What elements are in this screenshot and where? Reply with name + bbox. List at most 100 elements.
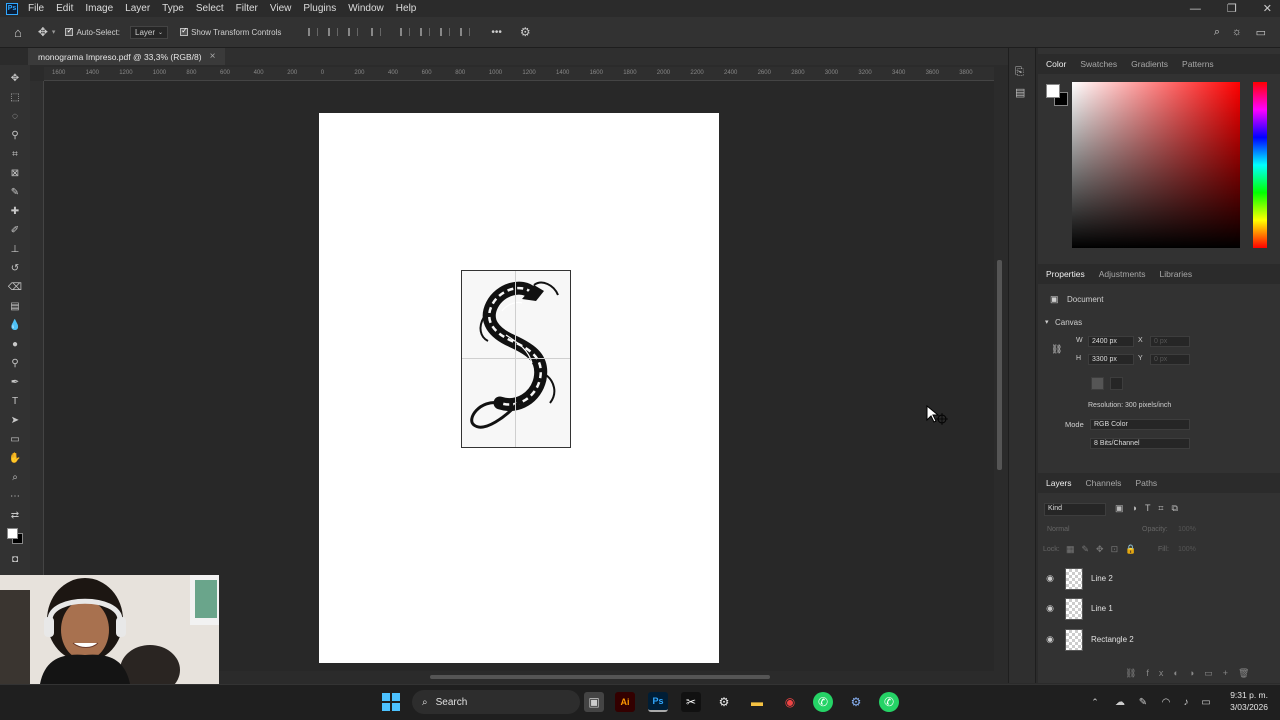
tab-color[interactable]: Color (1046, 59, 1066, 69)
marquee-tool-icon[interactable]: ⬚ (6, 90, 24, 106)
layer-bottom-actions[interactable]: ⛓fx◐◑▭+🗑 (1125, 668, 1259, 679)
auto-select-target-dropdown[interactable]: Layer ⌄ (130, 25, 169, 39)
align-middle-icon[interactable] (400, 28, 411, 36)
tray-chevron-icon[interactable]: ⌃ (1085, 692, 1105, 712)
menu-layer[interactable]: Layer (119, 3, 156, 14)
menu-plugins[interactable]: Plugins (297, 3, 342, 14)
monogram-artwork[interactable] (461, 270, 571, 448)
layer-filter-dropdown[interactable]: Kind (1044, 503, 1106, 516)
auto-select-checkbox[interactable] (65, 26, 74, 36)
object-selection-tool-icon[interactable]: ⚲ (6, 128, 24, 144)
tab-channels[interactable]: Channels (1086, 478, 1122, 488)
pen-tray-icon[interactable]: ✎ (1133, 692, 1153, 712)
portrait-orientation-button[interactable] (1091, 377, 1104, 390)
menu-window[interactable]: Window (342, 3, 390, 14)
blur-tool-icon[interactable]: 💧 (6, 318, 24, 334)
chrome-icon[interactable]: ◉ (780, 692, 800, 712)
frame-tool-icon[interactable]: ⊠ (6, 166, 24, 182)
menu-view[interactable]: View (264, 3, 298, 14)
move-tool-icon[interactable]: ✥ (6, 71, 24, 87)
menu-image[interactable]: Image (79, 3, 119, 14)
comments-panel-icon[interactable]: ▤ (1015, 86, 1025, 99)
search-icon[interactable]: ⌕ (1214, 26, 1220, 39)
restore-icon[interactable]: ❐ (1227, 2, 1237, 15)
tab-layers[interactable]: Layers (1046, 478, 1072, 488)
windows-start-icon[interactable] (381, 692, 401, 712)
taskbar-clock[interactable]: 9:31 p. m. 3/03/2026 (1222, 689, 1268, 713)
tab-properties[interactable]: Properties (1046, 269, 1085, 279)
photoshop-taskbar-icon[interactable]: Ps (648, 692, 668, 712)
width-field[interactable]: 2400 px (1088, 336, 1134, 347)
edit-toolbar-icon[interactable]: ⋯ (6, 489, 24, 505)
more-options-icon[interactable]: ••• (491, 27, 502, 38)
onedrive-icon[interactable]: ☁ (1110, 692, 1130, 712)
home-icon[interactable]: ⌂ (14, 25, 22, 40)
tab-libraries[interactable]: Libraries (1160, 269, 1193, 279)
pen-tool-icon[interactable]: ✒ (6, 375, 24, 391)
hand-tool-icon[interactable]: ✋ (6, 451, 24, 467)
eyedropper-tool-icon[interactable]: ✎ (6, 185, 24, 201)
mode-dropdown[interactable]: RGB Color (1090, 419, 1190, 430)
menu-file[interactable]: File (22, 3, 50, 14)
align-center-icon[interactable] (328, 28, 339, 36)
lasso-tool-icon[interactable]: ◌ (6, 109, 24, 125)
eye-icon[interactable]: ◉ (1040, 573, 1060, 584)
height-field[interactable]: 3300 px (1088, 354, 1134, 365)
foreground-background-swatch[interactable] (5, 527, 25, 545)
shape-tool-icon[interactable]: ▭ (6, 432, 24, 448)
layer-name[interactable]: Line 2 (1091, 574, 1113, 583)
dodge-tool-icon[interactable]: ● (6, 337, 24, 353)
battery-icon[interactable]: ▭ (1196, 692, 1216, 712)
align-top-icon[interactable] (371, 28, 382, 36)
canvas-section-label[interactable]: Canvas (1055, 318, 1082, 327)
foreground-color-swatch[interactable] (7, 528, 18, 539)
hue-slider[interactable] (1253, 82, 1267, 248)
lock-icons[interactable]: ▦✎✥⊡🔒 (1066, 544, 1143, 555)
brush-tool-icon[interactable]: ✐ (6, 223, 24, 239)
close-window-icon[interactable]: ✕ (1263, 2, 1272, 15)
layer-name[interactable]: Line 1 (1091, 604, 1113, 613)
tab-gradients[interactable]: Gradients (1131, 59, 1168, 69)
fill-value[interactable]: 100% (1178, 546, 1196, 553)
crop-tool-icon[interactable]: ⌗ (6, 147, 24, 163)
distribute-vertical-icon[interactable] (460, 28, 471, 36)
y-field[interactable]: 0 px (1150, 354, 1190, 365)
layer-row[interactable]: ◉ Line 2 (1040, 564, 1265, 593)
tab-adjustments[interactable]: Adjustments (1099, 269, 1146, 279)
file-explorer-icon[interactable]: ▬ (747, 692, 767, 712)
distribute-icon[interactable] (440, 28, 451, 36)
align-right-icon[interactable] (348, 28, 359, 36)
tab-swatches[interactable]: Swatches (1080, 59, 1117, 69)
menu-edit[interactable]: Edit (50, 3, 79, 14)
task-view-icon[interactable]: ▣ (584, 692, 604, 712)
chevron-down-icon[interactable]: ▾ (1045, 318, 1049, 326)
align-left-icon[interactable] (308, 28, 319, 36)
horizontal-scrollbar-thumb[interactable] (430, 675, 770, 679)
show-transform-checkbox[interactable] (180, 26, 189, 36)
eye-icon[interactable]: ◉ (1040, 634, 1060, 645)
zoom-tool-icon[interactable]: ⌕ (6, 470, 24, 486)
history-brush-tool-icon[interactable]: ↺ (6, 261, 24, 277)
menu-select[interactable]: Select (190, 3, 230, 14)
auto-select-option[interactable]: Auto-Select: (65, 26, 120, 37)
stamp-tool-icon[interactable]: ⊥ (6, 242, 24, 258)
whatsapp-business-icon[interactable]: ✆ (813, 692, 833, 712)
align-bottom-icon[interactable] (420, 28, 431, 36)
healing-brush-tool-icon[interactable]: ✚ (6, 204, 24, 220)
quick-mask-icon[interactable]: ◘ (6, 551, 24, 567)
path-selection-tool-icon[interactable]: ➤ (6, 413, 24, 429)
layer-row[interactable]: ◉ Line 1 (1040, 594, 1265, 623)
gear-icon[interactable]: ⚙ (520, 25, 531, 39)
wifi-icon[interactable]: ◠ (1156, 692, 1176, 712)
tab-patterns[interactable]: Patterns (1182, 59, 1214, 69)
zoom-small-icon[interactable]: ⚲ (6, 356, 24, 372)
settings-icon[interactable]: ⚙ (714, 692, 734, 712)
type-tool-icon[interactable]: T (6, 394, 24, 410)
capcut-icon[interactable]: ✂ (681, 692, 701, 712)
vertical-scrollbar-thumb[interactable] (997, 260, 1002, 470)
landscape-orientation-button[interactable] (1110, 377, 1123, 390)
layer-filter-icons[interactable]: ▣◑T⌗⧉ (1115, 503, 1186, 514)
minimize-icon[interactable]: — (1190, 3, 1201, 15)
opacity-value[interactable]: 100% (1178, 526, 1196, 533)
close-tab-icon[interactable]: × (210, 51, 216, 62)
